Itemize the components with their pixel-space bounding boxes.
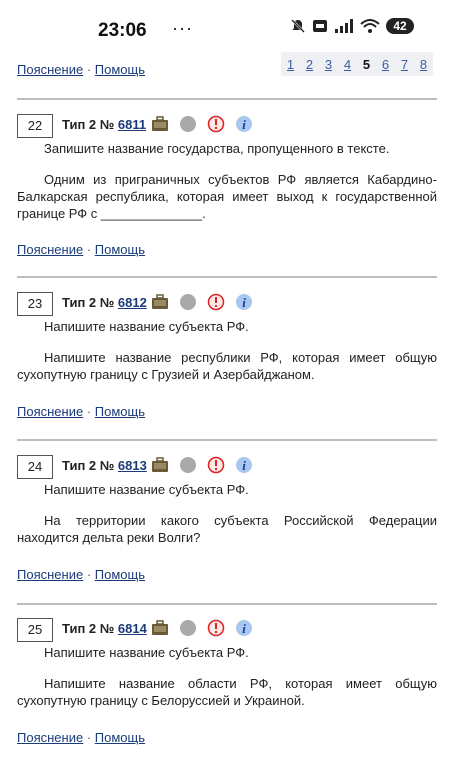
report-error-icon[interactable] <box>207 619 225 637</box>
status-circle-icon[interactable] <box>179 619 197 637</box>
separator: · <box>86 730 92 745</box>
top-links: Пояснение · Помощь <box>17 62 145 77</box>
task-type: Тип 2 № 6814 <box>62 621 147 636</box>
page-current: 5 <box>362 56 371 72</box>
help-link[interactable]: Помощь <box>95 730 145 745</box>
task-type: Тип 2 № 6812 <box>62 295 147 310</box>
task-number: 25 <box>17 618 53 642</box>
explanation-link[interactable]: Пояснение <box>17 730 83 745</box>
separator: · <box>86 404 92 419</box>
signal-icon <box>335 19 353 33</box>
info-icon[interactable]: i <box>235 115 253 133</box>
help-link[interactable]: Помощь <box>95 62 145 77</box>
svg-text:i: i <box>242 295 246 310</box>
briefcase-icon[interactable] <box>151 619 169 637</box>
svg-text:i: i <box>242 117 246 132</box>
info-icon[interactable]: i <box>235 456 253 474</box>
task-footer: Пояснение · Помощь <box>17 567 437 582</box>
page-link[interactable]: 4 <box>344 57 351 72</box>
report-error-icon[interactable] <box>207 293 225 311</box>
page-link[interactable]: 3 <box>325 57 332 72</box>
task-id-link[interactable]: 6813 <box>118 458 147 473</box>
task-body: Одним из приграничных субъектов РФ являе… <box>17 172 437 221</box>
explanation-link[interactable]: Пояснение <box>17 242 83 257</box>
svg-text:i: i <box>242 458 246 473</box>
task-card: 23 Тип 2 № 6812 i Напишите название субъ… <box>17 292 437 419</box>
svg-text:i: i <box>242 621 246 636</box>
explanation-link[interactable]: Пояснение <box>17 404 83 419</box>
task-number: 22 <box>17 114 53 138</box>
more-dots-icon: ··· <box>172 18 193 38</box>
volte-icon <box>313 20 327 32</box>
clock: 23:06 <box>98 20 147 41</box>
task-question: Напишите название субъекта РФ. <box>44 645 249 660</box>
report-error-icon[interactable] <box>207 115 225 133</box>
page-link[interactable]: 8 <box>420 57 427 72</box>
status-circle-icon[interactable] <box>179 456 197 474</box>
report-error-icon[interactable] <box>207 456 225 474</box>
task-type: Тип 2 № 6813 <box>62 458 147 473</box>
task-footer: Пояснение · Помощь <box>17 242 437 257</box>
page-link[interactable]: 6 <box>382 57 389 72</box>
help-link[interactable]: Помощь <box>95 404 145 419</box>
task-footer: Пояснение · Помощь <box>17 404 437 419</box>
separator: · <box>86 62 92 77</box>
task-number: 23 <box>17 292 53 316</box>
mute-icon <box>291 19 305 33</box>
task-type: Тип 2 № 6811 <box>62 117 147 132</box>
page-link[interactable]: 7 <box>401 57 408 72</box>
task-footer: Пояснение · Помощь <box>17 730 437 745</box>
separator: · <box>86 567 92 582</box>
task-body: Напишите название области РФ, которая им… <box>17 676 437 708</box>
status-icons: 42 <box>290 18 414 34</box>
divider <box>17 603 437 605</box>
task-id-link[interactable]: 6814 <box>118 621 147 636</box>
task-number: 24 <box>17 455 53 479</box>
divider <box>17 276 437 278</box>
explanation-link[interactable]: Пояснение <box>17 62 83 77</box>
wifi-icon <box>360 19 380 33</box>
task-question: Запишите название государства, пропущенн… <box>44 141 390 156</box>
explanation-link[interactable]: Пояснение <box>17 567 83 582</box>
divider <box>17 98 437 100</box>
briefcase-icon[interactable] <box>151 293 169 311</box>
info-icon[interactable]: i <box>235 293 253 311</box>
divider <box>17 439 437 441</box>
task-question: Напишите название субъекта РФ. <box>44 319 249 334</box>
task-id-link[interactable]: 6811 <box>118 117 146 132</box>
status-bar: 23:06 ··· 42 <box>0 0 454 48</box>
task-card: 25 Тип 2 № 6814 i Напишите название субъ… <box>17 618 437 745</box>
briefcase-icon[interactable] <box>151 456 169 474</box>
task-card: 22 Тип 2 № 6811 i Запишите название госу… <box>17 114 437 257</box>
pagination: 1 2 3 4 5 6 7 8 <box>281 52 433 76</box>
battery-icon: 42 <box>386 18 414 34</box>
separator: · <box>86 242 92 257</box>
page-link[interactable]: 1 <box>287 57 294 72</box>
task-body: На территории какого субъекта Российской… <box>17 513 437 545</box>
task-card: 24 Тип 2 № 6813 i Напишите название субъ… <box>17 455 437 582</box>
task-body: Напишите название республики РФ, которая… <box>17 350 437 382</box>
page-link[interactable]: 2 <box>306 57 313 72</box>
info-icon[interactable]: i <box>235 619 253 637</box>
task-question: Напишите название субъекта РФ. <box>44 482 249 497</box>
task-id-link[interactable]: 6812 <box>118 295 147 310</box>
status-circle-icon[interactable] <box>179 293 197 311</box>
briefcase-icon[interactable] <box>151 115 169 133</box>
help-link[interactable]: Помощь <box>95 242 145 257</box>
help-link[interactable]: Помощь <box>95 567 145 582</box>
status-circle-icon[interactable] <box>179 115 197 133</box>
